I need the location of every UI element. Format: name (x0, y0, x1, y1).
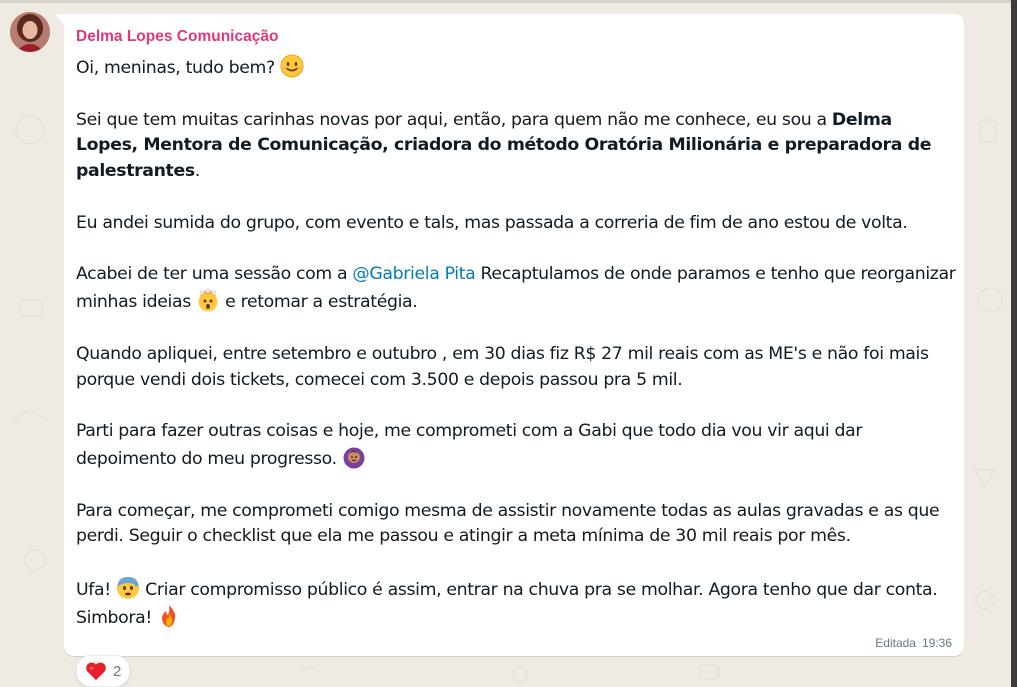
sender-avatar[interactable] (10, 12, 50, 52)
woman-gesturing-ok-emoji-icon (343, 447, 365, 469)
paragraph-commitment: Para começar, me comprometi comigo mesma… (76, 500, 940, 547)
closing-text-start: Ufa! (76, 579, 111, 600)
reaction-count: 2 (113, 662, 122, 680)
progress-text: Parti para fazer outras coisas e hoje, m… (76, 421, 863, 469)
session-text-start: Acabei de ter uma sessão com a (76, 264, 353, 285)
edited-label: Editada (875, 636, 916, 650)
message-bubble[interactable]: Delma Lopes Comunicação Oi, meninas, tud… (64, 14, 964, 656)
message-time: 19:36 (921, 636, 952, 650)
session-text-end: e retomar a estratégia. (220, 292, 418, 313)
window-right-border (1011, 0, 1017, 687)
red-heart-icon (86, 662, 106, 681)
smiling-face-emoji-icon (280, 54, 304, 78)
message-text: Oi, meninas, tudo bem? Sei que tem muita… (76, 54, 956, 657)
message-meta: Editada 19:36 (875, 636, 952, 650)
fire-emoji-icon (162, 604, 176, 627)
paragraph-results: Quando apliquei, entre setembro e outubr… (76, 343, 929, 390)
window-top-border (0, 0, 1017, 3)
intro-end: . (194, 161, 201, 182)
mention-link[interactable]: @Gabriela Pita (352, 264, 475, 284)
intro-text: Sei que tem muitas carinhas novas por aq… (76, 109, 832, 130)
paragraph-return: Eu andei sumida do grupo, com evento e t… (76, 212, 908, 233)
exploding-head-emoji-icon (198, 288, 218, 312)
reaction-pill[interactable]: 2 (76, 655, 131, 687)
sender-name[interactable]: Delma Lopes Comunicação (76, 28, 278, 46)
closing-text-mid: Criar compromisso público é assim, entra… (76, 579, 938, 628)
anxious-face-sweat-emoji-icon (117, 576, 140, 599)
greeting-text: Oi, meninas, tudo bem? (76, 58, 275, 78)
